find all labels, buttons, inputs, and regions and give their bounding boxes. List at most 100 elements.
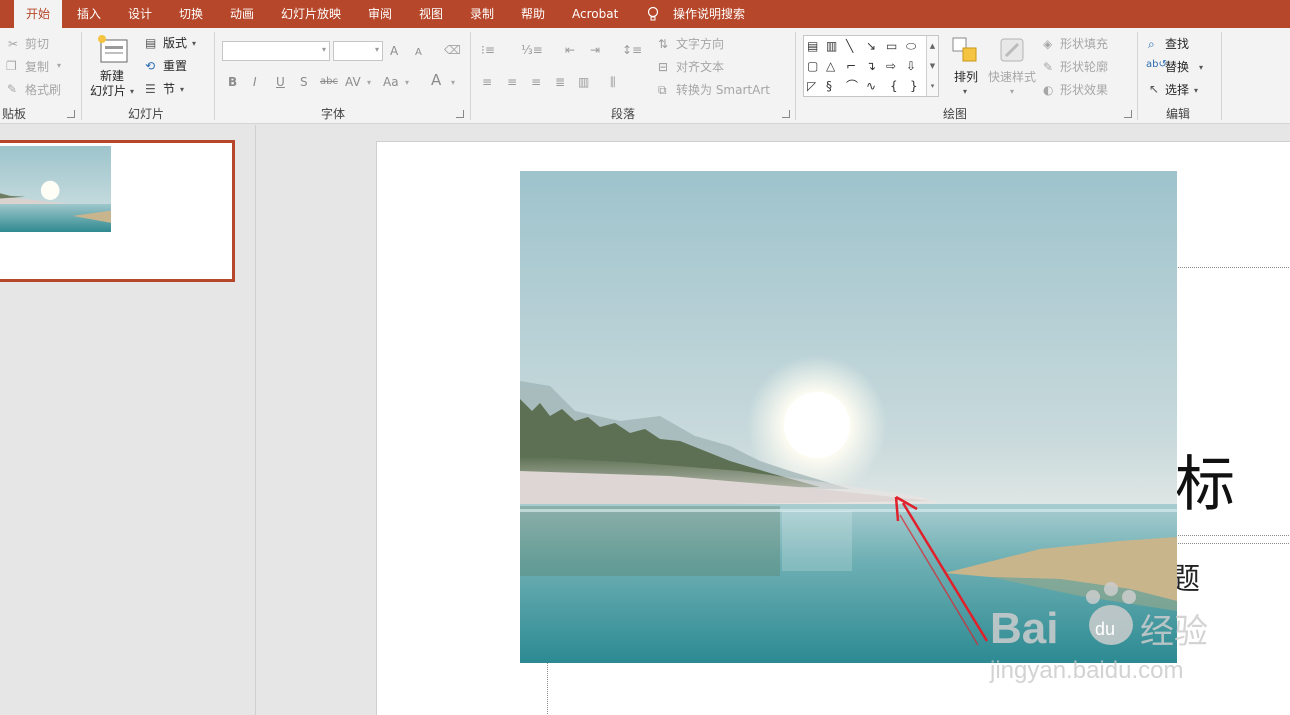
bullets-icon[interactable]: ⁝≡ xyxy=(481,43,495,57)
align-text-button[interactable]: 对齐文本 xyxy=(676,59,724,75)
strikethrough-button[interactable]: abc xyxy=(320,74,338,90)
format-painter-button[interactable]: 格式刷 xyxy=(25,82,61,98)
reset-button[interactable]: 重置 xyxy=(163,58,187,74)
cut-button[interactable]: 剪切 xyxy=(25,36,49,52)
shape-effects-button[interactable]: 形状效果 xyxy=(1060,82,1108,98)
dialog-launcher-icon[interactable] xyxy=(1124,110,1132,118)
underline-button[interactable]: U xyxy=(276,74,285,90)
new-slide-button[interactable]: 幻灯片 xyxy=(90,83,126,99)
align-center-icon[interactable]: ≡ xyxy=(507,75,517,89)
freeform-icon[interactable]: ◸ xyxy=(807,79,816,93)
tab-design[interactable]: 设计 xyxy=(128,0,152,28)
tab-animations[interactable]: 动画 xyxy=(230,0,254,28)
copy-icon: ❐ xyxy=(6,59,17,73)
quick-styles-button[interactable]: 快速样式 xyxy=(988,69,1036,85)
right-arrow-icon[interactable]: ⇨ xyxy=(886,59,896,73)
distributed-icon[interactable]: ▥ xyxy=(578,75,589,89)
gallery-scrollbar[interactable]: ▲ ▼ ▾ xyxy=(926,36,938,96)
line-icon[interactable]: ╲ xyxy=(846,39,853,53)
columns-icon[interactable]: ⫼ xyxy=(610,75,616,89)
connector-icon[interactable]: ⌐ xyxy=(846,59,856,73)
grow-font-button[interactable]: A xyxy=(390,43,398,59)
scroll-up-icon[interactable]: ▲ xyxy=(927,36,938,56)
chevron-down-icon: ▾ xyxy=(192,39,197,48)
align-right-icon[interactable]: ≡ xyxy=(531,75,541,89)
change-case-button[interactable]: Aa xyxy=(383,74,399,90)
chevron-down-icon: ▾ xyxy=(405,78,410,87)
arrange-button[interactable]: 排列 xyxy=(954,69,978,85)
divider xyxy=(795,32,796,120)
oval-icon[interactable]: ⬭ xyxy=(906,39,916,53)
bold-button[interactable]: B xyxy=(228,74,237,90)
curve-icon[interactable]: ∿ xyxy=(866,79,876,93)
rounded-rect-icon[interactable]: ▢ xyxy=(807,59,818,73)
more-icon[interactable]: ▾ xyxy=(927,76,938,96)
slide-thumbnail[interactable] xyxy=(0,140,235,282)
shadow-button[interactable]: S xyxy=(300,74,308,90)
dialog-launcher-icon[interactable] xyxy=(456,110,464,118)
numbering-icon[interactable]: ⅓≡ xyxy=(521,43,543,57)
reset-icon: ⟲ xyxy=(145,59,156,73)
divider xyxy=(470,32,471,120)
rectangle-icon[interactable]: ▭ xyxy=(886,39,897,53)
tab-home[interactable]: 开始 xyxy=(14,0,63,28)
vertical-textbox-icon[interactable]: ▥ xyxy=(826,39,837,53)
increase-indent-icon[interactable]: ⇥ xyxy=(590,43,600,57)
layout-button[interactable]: 版式 xyxy=(163,35,187,51)
italic-button[interactable]: I xyxy=(253,74,257,90)
arrow-line-icon[interactable]: ↘ xyxy=(866,39,876,53)
justify-icon[interactable]: ≣ xyxy=(555,75,565,89)
align-left-icon[interactable]: ≡ xyxy=(482,75,492,89)
svg-text:du: du xyxy=(1095,619,1115,639)
section-icon: ☰ xyxy=(145,82,156,96)
select-button[interactable]: 选择 xyxy=(1165,82,1189,98)
tab-transitions[interactable]: 切换 xyxy=(179,0,203,28)
clear-formatting-icon[interactable]: ⌫ xyxy=(444,43,461,57)
left-brace-icon[interactable]: { xyxy=(890,79,898,93)
shrink-font-button[interactable]: A xyxy=(415,45,422,61)
font-size-select[interactable]: ▾ xyxy=(333,41,383,61)
decrease-indent-icon[interactable]: ⇤ xyxy=(565,43,575,57)
new-slide-label-1[interactable]: 新建 xyxy=(100,68,124,84)
scissors-icon: ✂ xyxy=(8,37,19,51)
textbox-icon[interactable]: ▤ xyxy=(807,39,818,53)
chevron-down-icon: ▾ xyxy=(57,61,62,70)
copy-button[interactable]: 复制 xyxy=(25,59,49,75)
find-button[interactable]: 查找 xyxy=(1165,36,1189,52)
tab-acrobat[interactable]: Acrobat xyxy=(572,0,618,28)
dialog-launcher-icon[interactable] xyxy=(67,110,75,118)
align-text-icon: ⊟ xyxy=(658,60,669,74)
clipboard-group-label: 贴板 xyxy=(2,107,27,121)
tell-me-search[interactable]: 操作说明搜索 xyxy=(673,0,745,28)
tab-slideshow[interactable]: 幻灯片放映 xyxy=(281,0,341,28)
shape-outline-button[interactable]: 形状轮廓 xyxy=(1060,59,1108,75)
text-direction-button[interactable]: 文字方向 xyxy=(676,36,724,52)
chevron-down-icon: ▾ xyxy=(1010,87,1015,96)
down-arrow-icon[interactable]: ⇩ xyxy=(906,59,916,73)
divider xyxy=(214,32,215,120)
find-icon: ⌕ xyxy=(1148,37,1155,51)
powerpoint-window: 开始 插入 设计 切换 动画 幻灯片放映 审阅 视图 录制 帮助 Acrobat… xyxy=(0,0,1290,715)
tab-record[interactable]: 录制 xyxy=(470,0,494,28)
convert-smartart-button[interactable]: 转换为 SmartArt xyxy=(676,82,770,98)
character-spacing-button[interactable]: AV xyxy=(345,74,361,90)
font-color-button[interactable]: A xyxy=(431,72,441,88)
section-button[interactable]: 节 xyxy=(163,81,175,97)
tab-help[interactable]: 帮助 xyxy=(521,0,545,28)
scribble-icon[interactable]: § xyxy=(826,79,832,93)
font-family-select[interactable]: ▾ xyxy=(222,41,330,61)
line-spacing-icon[interactable]: ↕≡ xyxy=(622,43,642,57)
tab-review[interactable]: 审阅 xyxy=(368,0,392,28)
right-brace-icon[interactable]: } xyxy=(910,79,918,93)
tab-view[interactable]: 视图 xyxy=(419,0,443,28)
triangle-icon[interactable]: △ xyxy=(826,59,835,73)
replace-button[interactable]: 替换 xyxy=(1165,59,1189,75)
font-group-label: 字体 xyxy=(321,107,346,121)
arc-icon[interactable]: ⌒ xyxy=(846,79,858,93)
tab-insert[interactable]: 插入 xyxy=(77,0,101,28)
scroll-down-icon[interactable]: ▼ xyxy=(927,56,938,76)
dialog-launcher-icon[interactable] xyxy=(782,110,790,118)
shapes-gallery[interactable]: ▤ ▥ ╲ ↘ ▭ ⬭ ▢ △ ⌐ ↴ ⇨ ⇩ ◸ § ⌒ ∿ { } ▲ ▼ … xyxy=(803,35,939,97)
shape-fill-button[interactable]: 形状填充 xyxy=(1060,36,1108,52)
elbow-arrow-icon[interactable]: ↴ xyxy=(866,59,876,73)
